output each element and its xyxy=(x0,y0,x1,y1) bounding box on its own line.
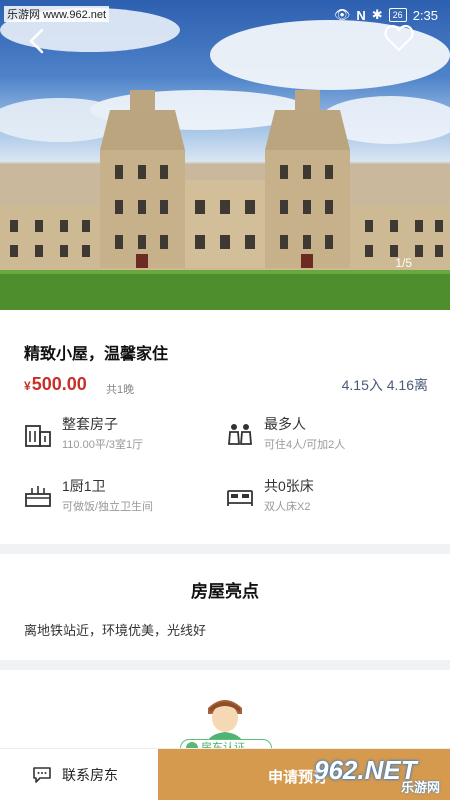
contact-host-label: 联系房东 xyxy=(62,767,118,783)
feature-kitchen-bath: 1厨1卫 可做饭/独立卫生间 xyxy=(24,476,224,526)
watermark-text: 乐游网 xyxy=(400,780,440,795)
feature-max-guests: 最多人 可住4人/可加2人 xyxy=(226,414,426,464)
feature-detail: 可做饭/独立卫生间 xyxy=(62,501,154,513)
watermark-top: 乐游网 www.962.net xyxy=(4,6,110,22)
feature-detail: 双人床X2 xyxy=(264,501,311,513)
contact-host-button[interactable]: 联系房东 xyxy=(32,763,118,787)
bed-icon xyxy=(227,490,253,506)
nights-count: 共1晚 xyxy=(106,384,135,396)
status-bar: 乐游网 www.962.net 👁 N ✱ 26 2:35 xyxy=(0,0,450,30)
listing-title: 精致小屋，温馨家住 xyxy=(24,346,169,363)
photo-page-indicator: 1/5 xyxy=(395,256,412,270)
price-row: ¥500.00 共1晚 4.15入 4.16离 xyxy=(24,374,428,400)
stay-dates: 4.15入 4.16离 xyxy=(341,377,428,393)
back-arrow-icon[interactable] xyxy=(22,26,52,56)
feature-label: 整套房子 xyxy=(62,416,118,432)
highlights-text: 离地铁站近，环境优美，光线好 xyxy=(24,623,207,638)
listing-photo-gallery[interactable]: 乐游网 www.962.net 👁 N ✱ 26 2:35 1/5 xyxy=(0,0,450,310)
price: ¥500.00 xyxy=(24,374,87,395)
feature-label: 共0张床 xyxy=(264,478,314,494)
kitchen-icon xyxy=(25,486,51,507)
status-icons: 👁 N ✱ 26 2:35 xyxy=(334,7,438,23)
battery-icon: 26 xyxy=(388,8,407,22)
price-value: 500.00 xyxy=(31,374,87,394)
nfc-icon: N xyxy=(356,7,366,23)
bluetooth-icon: ✱ xyxy=(371,7,383,22)
feature-detail: 110.00平/3室1厅 xyxy=(62,439,144,451)
feature-beds: 共0张床 双人床X2 xyxy=(226,476,426,526)
currency-symbol: ¥ xyxy=(24,379,31,393)
section-divider xyxy=(0,544,450,554)
clock: 2:35 xyxy=(412,7,438,23)
feature-detail: 可住4人/可加2人 xyxy=(264,439,346,451)
heart-icon[interactable] xyxy=(384,24,414,52)
feature-house-type: 整套房子 110.00平/3室1厅 xyxy=(24,414,224,464)
section-divider xyxy=(0,660,450,670)
building-icon xyxy=(25,425,51,447)
feature-label: 最多人 xyxy=(264,416,306,432)
watermark-bottom: 962.NET 乐游网 xyxy=(314,755,446,795)
bottom-action-bar: 联系房东 申请预订 962.NET 乐游网 xyxy=(0,748,450,800)
feature-label: 1厨1卫 xyxy=(62,478,106,494)
people-icon xyxy=(228,424,252,445)
chat-icon xyxy=(33,767,51,783)
highlights-title: 房屋亮点 xyxy=(191,582,259,601)
eye-icon: 👁 xyxy=(333,7,351,22)
building-photo xyxy=(0,8,450,310)
